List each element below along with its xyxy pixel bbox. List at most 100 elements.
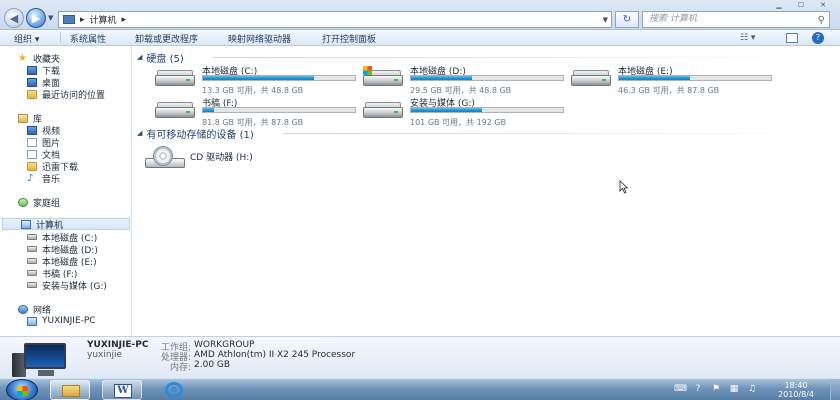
word-icon: W: [114, 384, 132, 398]
drive-usage-bar: [410, 75, 564, 81]
nav-label: 家庭组: [33, 198, 61, 209]
hard-drive-icon: [363, 102, 403, 118]
nav-drive-f[interactable]: 书稿 (F:): [0, 267, 77, 280]
nav-drive-e[interactable]: 本地磁盘 (E:): [0, 255, 97, 268]
star-icon: ★: [18, 52, 27, 64]
flag-tray-icon[interactable]: ⚑: [710, 383, 722, 395]
hard-drive-icon: [571, 70, 611, 86]
drive-name: CD 驱动器 (H:): [190, 153, 253, 163]
nav-label: 网络: [33, 305, 52, 316]
keyboard-icon[interactable]: ⌨: [674, 383, 687, 395]
clock[interactable]: 18:40 2010/8/4: [770, 381, 822, 399]
nav-drive-c[interactable]: 本地磁盘 (C:): [0, 231, 97, 244]
nav-label: 安装与媒体 (G:): [42, 281, 107, 292]
breadcrumb-separator[interactable]: ▸: [80, 15, 85, 25]
taskbar-ie-button[interactable]: e: [154, 380, 194, 400]
group-title: 硬盘 (5): [146, 53, 184, 65]
library-icon: [18, 113, 28, 123]
organize-button[interactable]: 组织 ▾: [14, 32, 39, 45]
ram-value: 2.00 GB: [194, 360, 231, 370]
windows-logo-icon: [363, 66, 372, 75]
group-header-hard-disks[interactable]: ◢ 硬盘 (5): [137, 51, 184, 65]
search-icon[interactable]: ⚲: [818, 13, 825, 28]
desktop-icon: [27, 77, 37, 87]
show-desktop-button[interactable]: [830, 379, 840, 400]
taskbar-explorer-button[interactable]: [50, 380, 90, 400]
nav-desktop[interactable]: 桌面: [0, 76, 60, 89]
clock-date: 2010/8/4: [778, 390, 814, 399]
cpu-value: AMD Athlon(tm) II X2 245 Processor: [194, 350, 356, 360]
nav-downloads[interactable]: 下载: [0, 64, 60, 77]
toolbar-divider: [60, 32, 61, 43]
help-tray-icon[interactable]: ?: [692, 383, 704, 395]
uninstall-program-button[interactable]: 卸载或更改程序: [135, 32, 198, 45]
start-button[interactable]: [6, 379, 38, 400]
minimize-button[interactable]: ▁: [768, 0, 790, 10]
thunder-folder-icon: [27, 161, 37, 171]
drive-tile-g[interactable]: 安装与媒体 (G:) 101 GB 可用，共 192 GB: [353, 96, 564, 127]
nav-documents[interactable]: 文档: [0, 148, 60, 161]
drive-tile-e[interactable]: 本地磁盘 (E:) 46.3 GB 可用，共 87.8 GB: [561, 64, 772, 95]
system-properties-button[interactable]: 系统属性: [70, 32, 106, 45]
drive-tile-f[interactable]: 书稿 (F:) 81.8 GB 可用，共 87.8 GB: [145, 96, 356, 127]
refresh-button[interactable]: ↻: [615, 11, 639, 28]
group-divider: [283, 133, 813, 134]
forward-button[interactable]: ▶: [26, 8, 46, 28]
open-control-panel-button[interactable]: 打开控制面板: [322, 32, 376, 45]
preview-pane-button[interactable]: [786, 33, 798, 43]
drive-usage-bar: [202, 75, 356, 81]
volume-icon[interactable]: ♫: [746, 383, 758, 395]
hard-drive-icon: [155, 70, 195, 86]
nav-drive-g[interactable]: 安装与媒体 (G:): [0, 279, 107, 292]
nav-libraries[interactable]: 库: [0, 112, 42, 125]
internet-explorer-icon: e: [165, 382, 183, 398]
drive-usage-bar: [202, 107, 356, 113]
nav-recent-places[interactable]: 最近访问的位置: [0, 88, 105, 101]
breadcrumb-computer[interactable]: 计算机: [90, 13, 117, 26]
user-name: yuxinjie: [87, 350, 123, 360]
arrow-left-icon: ◀: [9, 11, 19, 25]
hard-drive-icon: [27, 282, 37, 288]
nav-thunder-downloads[interactable]: 迅雷下载: [0, 160, 78, 173]
drive-usage-fill: [619, 76, 691, 80]
help-button[interactable]: ?: [812, 32, 824, 44]
nav-homegroup[interactable]: 家庭组: [0, 196, 61, 209]
arrow-right-icon: ▶: [31, 11, 41, 25]
drive-tile-cd-h[interactable]: CD 驱动器 (H:): [145, 144, 285, 170]
nav-network-pc[interactable]: YUXINJIE-PC: [0, 315, 96, 327]
address-field[interactable]: ▸ 计算机 ▸ ▼: [58, 11, 612, 28]
maximize-button[interactable]: ☐: [790, 0, 812, 10]
nav-favorites[interactable]: ★ 收藏夹: [0, 52, 60, 65]
nav-pictures[interactable]: 图片: [0, 136, 60, 149]
nav-music[interactable]: ♪ 音乐: [0, 172, 60, 185]
group-header-removable[interactable]: ◢ 有可移动存储的设备 (1): [137, 127, 254, 141]
nav-network[interactable]: 网络: [0, 303, 52, 316]
back-button[interactable]: ◀: [4, 8, 24, 28]
close-button[interactable]: ✕: [812, 0, 834, 10]
recent-pages-dropdown[interactable]: ▼: [48, 14, 53, 22]
collapse-triangle-icon: ◢: [137, 129, 143, 137]
drive-tile-c[interactable]: 本地磁盘 (C:) 13.3 GB 可用，共 48.8 GB: [145, 64, 356, 95]
address-bar-area: ◀ ▶ ▼ ▸ 计算机 ▸ ▼ ↻ 搜索 计算机 ⚲ ▁ ☐ ✕: [0, 0, 840, 30]
folder-icon: [62, 385, 80, 397]
network-tray-icon[interactable]: ▦: [728, 383, 740, 395]
address-dropdown[interactable]: ▼: [603, 16, 608, 24]
computer-illustration-icon: [10, 343, 70, 377]
change-view-button[interactable]: ☷ ▾: [740, 33, 755, 43]
music-note-icon: ♪: [27, 172, 34, 184]
refresh-icon: ↻: [622, 14, 632, 25]
breadcrumb-separator[interactable]: ▸: [122, 15, 127, 25]
nav-computer[interactable]: 计算机: [2, 218, 130, 231]
taskbar-word-button[interactable]: W: [102, 380, 142, 400]
drive-tile-d[interactable]: 本地磁盘 (D:) 29.5 GB 可用，共 48.8 GB: [353, 64, 564, 95]
nav-videos[interactable]: 视频: [0, 124, 60, 137]
map-network-drive-button[interactable]: 映射网络驱动器: [228, 32, 291, 45]
drive-free-space: 46.3 GB 可用，共 87.8 GB: [618, 86, 720, 95]
group-divider: [213, 57, 813, 58]
system-drive-icon: [363, 66, 403, 86]
search-input[interactable]: 搜索 计算机 ⚲: [642, 11, 830, 28]
nav-drive-d[interactable]: 本地磁盘 (D:): [0, 243, 98, 256]
hard-drive-icon: [155, 102, 195, 118]
network-computer-icon: [27, 316, 37, 326]
search-placeholder: 搜索 计算机: [649, 14, 697, 24]
